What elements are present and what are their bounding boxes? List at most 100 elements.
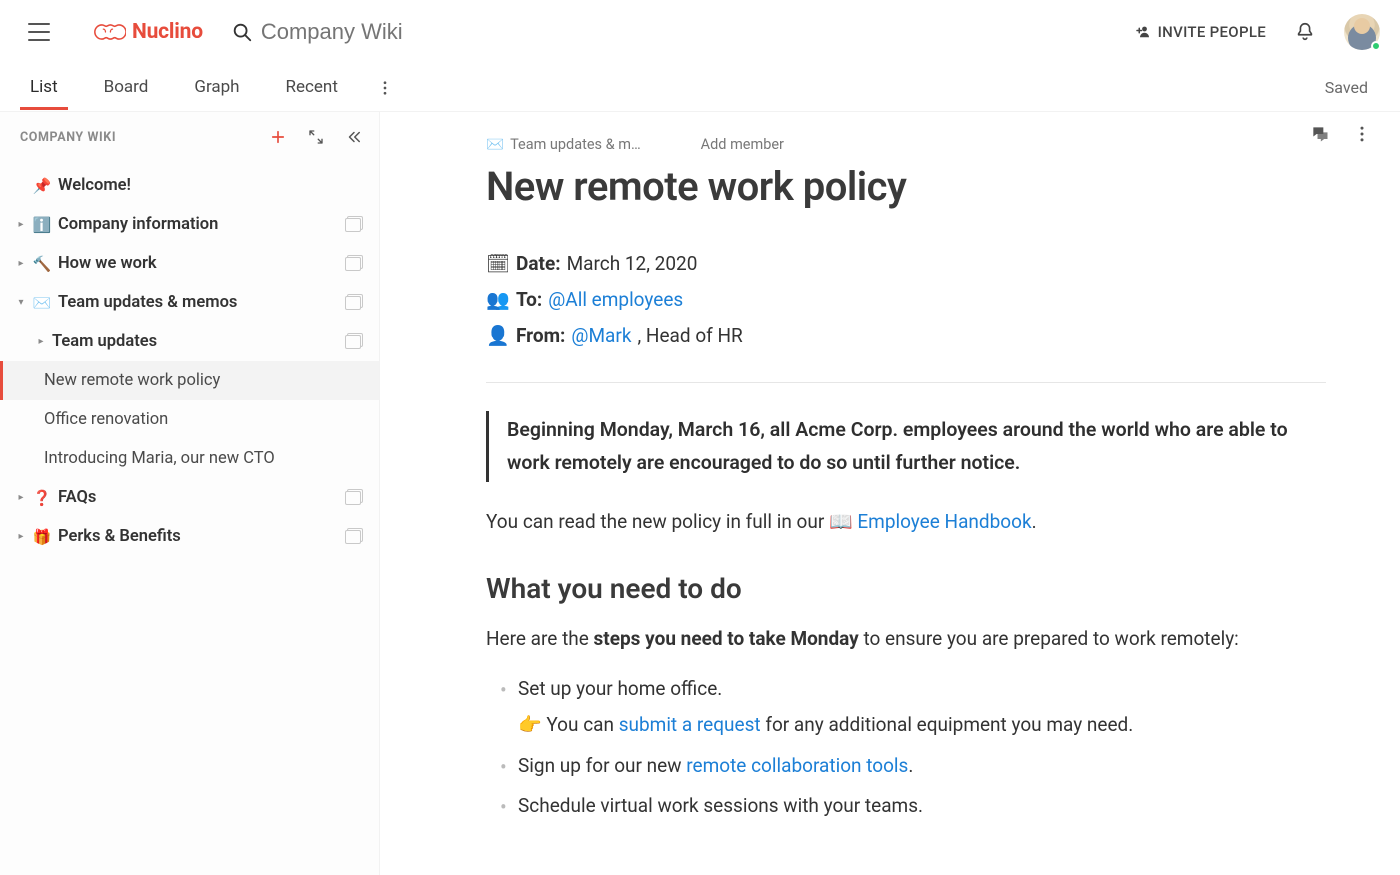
presence-online-dot [1371, 41, 1381, 51]
sidebar-item-introducing-maria[interactable]: Introducing Maria, our new CTO [0, 439, 379, 478]
tab-board[interactable]: Board [94, 67, 159, 109]
tree-label: New remote work policy [44, 371, 220, 390]
chevron-right-icon: ▸ [14, 257, 28, 271]
callout-quote: Beginning Monday, March 16, all Acme Cor… [486, 411, 1326, 481]
envelope-icon: ✉️ [32, 294, 52, 312]
chevron-right-icon: ▸ [34, 335, 48, 349]
meta-label: Date: [516, 246, 561, 282]
tree-label: Team updates & memos [58, 293, 237, 312]
view-tabs-row: List Board Graph Recent Saved [0, 64, 1400, 112]
tab-recent[interactable]: Recent [276, 67, 348, 109]
copy-icon[interactable] [345, 296, 361, 310]
meta-to: 👥 To: @All employees [486, 282, 1326, 318]
handbook-link[interactable]: Employee Handbook [857, 510, 1031, 533]
steps-list: Set up your home office. 👉 You can submi… [486, 673, 1326, 822]
tree-label: How we work [58, 254, 157, 273]
tree-label: Introducing Maria, our new CTO [44, 449, 275, 468]
comments-icon[interactable] [1310, 124, 1330, 144]
copy-icon[interactable] [345, 335, 361, 349]
meta-from: 👤 From: @Mark, Head of HR [486, 318, 1326, 354]
expand-button[interactable] [305, 126, 327, 148]
copy-icon[interactable] [345, 530, 361, 544]
search-icon [231, 21, 253, 43]
search[interactable] [231, 19, 1134, 45]
chevron-down-icon: ▾ [14, 296, 28, 310]
user-avatar[interactable] [1344, 14, 1380, 50]
mention-link[interactable]: @Mark [571, 318, 631, 354]
copy-icon[interactable] [345, 491, 361, 505]
chevron-right-icon: ▸ [14, 218, 28, 232]
tab-label: Recent [286, 77, 338, 97]
text: Set up your home office. [518, 677, 722, 700]
text: Here are the [486, 627, 594, 650]
chevron-right-icon: ▸ [14, 491, 28, 505]
breadcrumb-label: Team updates & m… [510, 136, 641, 153]
invite-people-button[interactable]: INVITE PEOPLE [1134, 23, 1266, 41]
doc-meta-block: 🗓 Date: March 12, 2020 👥 To: @All employ… [486, 246, 1326, 354]
sidebar-item-company-info[interactable]: ▸ ℹ️ Company information [0, 205, 379, 244]
tab-label: Graph [194, 77, 239, 97]
add-page-button[interactable] [267, 126, 289, 148]
dots-vertical-icon [376, 79, 394, 97]
add-member-button[interactable]: Add member [701, 136, 784, 153]
envelope-icon: ✉️ [486, 136, 504, 153]
text: You can [546, 713, 618, 736]
collapse-sidebar-button[interactable] [343, 126, 365, 148]
finger-right-icon: 👉 [518, 713, 546, 736]
tab-graph[interactable]: Graph [184, 67, 249, 109]
tab-label: Board [104, 77, 149, 97]
bell-icon[interactable] [1294, 21, 1316, 43]
sidebar-title: COMPANY WIKI [20, 130, 116, 145]
pin-icon: 📌 [32, 177, 52, 195]
copy-icon[interactable] [345, 257, 361, 271]
brand-name: Nuclino [132, 20, 203, 44]
submit-request-link[interactable]: submit a request [619, 713, 761, 736]
search-input[interactable] [261, 19, 561, 45]
meta-label: To: [516, 282, 542, 318]
brand-logo[interactable]: Nuclino [92, 20, 203, 44]
hamburger-menu-icon[interactable] [28, 23, 50, 41]
people-icon: 👥 [486, 282, 510, 318]
copy-icon[interactable] [345, 218, 361, 232]
sidebar-item-office-renovation[interactable]: Office renovation [0, 400, 379, 439]
tree-label: FAQs [58, 488, 96, 507]
tab-label: List [30, 77, 58, 97]
list-item: Set up your home office. 👉 You can submi… [504, 673, 1326, 742]
calendar-icon: 🗓 [486, 246, 510, 282]
tree-label: Office renovation [44, 410, 168, 429]
tabs-more-button[interactable] [374, 77, 396, 99]
text: Sign up for our new [518, 754, 686, 777]
topbar: Nuclino INVITE PEOPLE [0, 0, 1400, 64]
page-title: New remote work policy [486, 163, 1326, 210]
sidebar-item-faqs[interactable]: ▸ ❓ FAQs [0, 478, 379, 517]
collab-tools-link[interactable]: remote collaboration tools [686, 754, 908, 777]
text: You can read the new policy in full in o… [486, 510, 829, 533]
sidebar-item-perks[interactable]: ▸ 🎁 Perks & Benefits [0, 517, 379, 556]
meta-label: From: [516, 318, 565, 354]
page-more-button[interactable] [1352, 124, 1372, 144]
sidebar-item-team-updates-memos[interactable]: ▾ ✉️ Team updates & memos [0, 283, 379, 322]
meta-suffix: , Head of HR [637, 318, 742, 354]
book-icon: 📖 [829, 510, 857, 533]
text: Schedule virtual work sessions with your… [518, 794, 923, 817]
sidebar-item-welcome[interactable]: 📌 Welcome! [0, 166, 379, 205]
breadcrumb[interactable]: ✉️ Team updates & m… [486, 136, 641, 153]
section-heading: What you need to do [486, 572, 1326, 605]
chevrons-left-icon [345, 128, 363, 146]
list-item: Schedule virtual work sessions with your… [504, 790, 1326, 822]
chevron-right-icon: ▸ [14, 530, 28, 544]
tab-list[interactable]: List [20, 67, 68, 109]
info-icon: ℹ️ [32, 216, 52, 234]
expand-icon [307, 128, 325, 146]
sidebar-item-how-we-work[interactable]: ▸ 🔨 How we work [0, 244, 379, 283]
sidebar-header: COMPANY WIKI [0, 112, 379, 162]
save-status: Saved [1325, 78, 1368, 97]
sidebar: COMPANY WIKI [0, 112, 380, 875]
sidebar-item-team-updates[interactable]: ▸ Team updates [0, 322, 379, 361]
mention-link[interactable]: @All employees [548, 282, 683, 318]
text: . [1032, 510, 1037, 533]
question-icon: ❓ [32, 489, 52, 507]
content: ✉️ Team updates & m… Add member New remo… [380, 112, 1400, 875]
text-bold: steps you need to take Monday [594, 627, 859, 650]
sidebar-item-new-remote-work-policy[interactable]: New remote work policy [0, 361, 379, 400]
